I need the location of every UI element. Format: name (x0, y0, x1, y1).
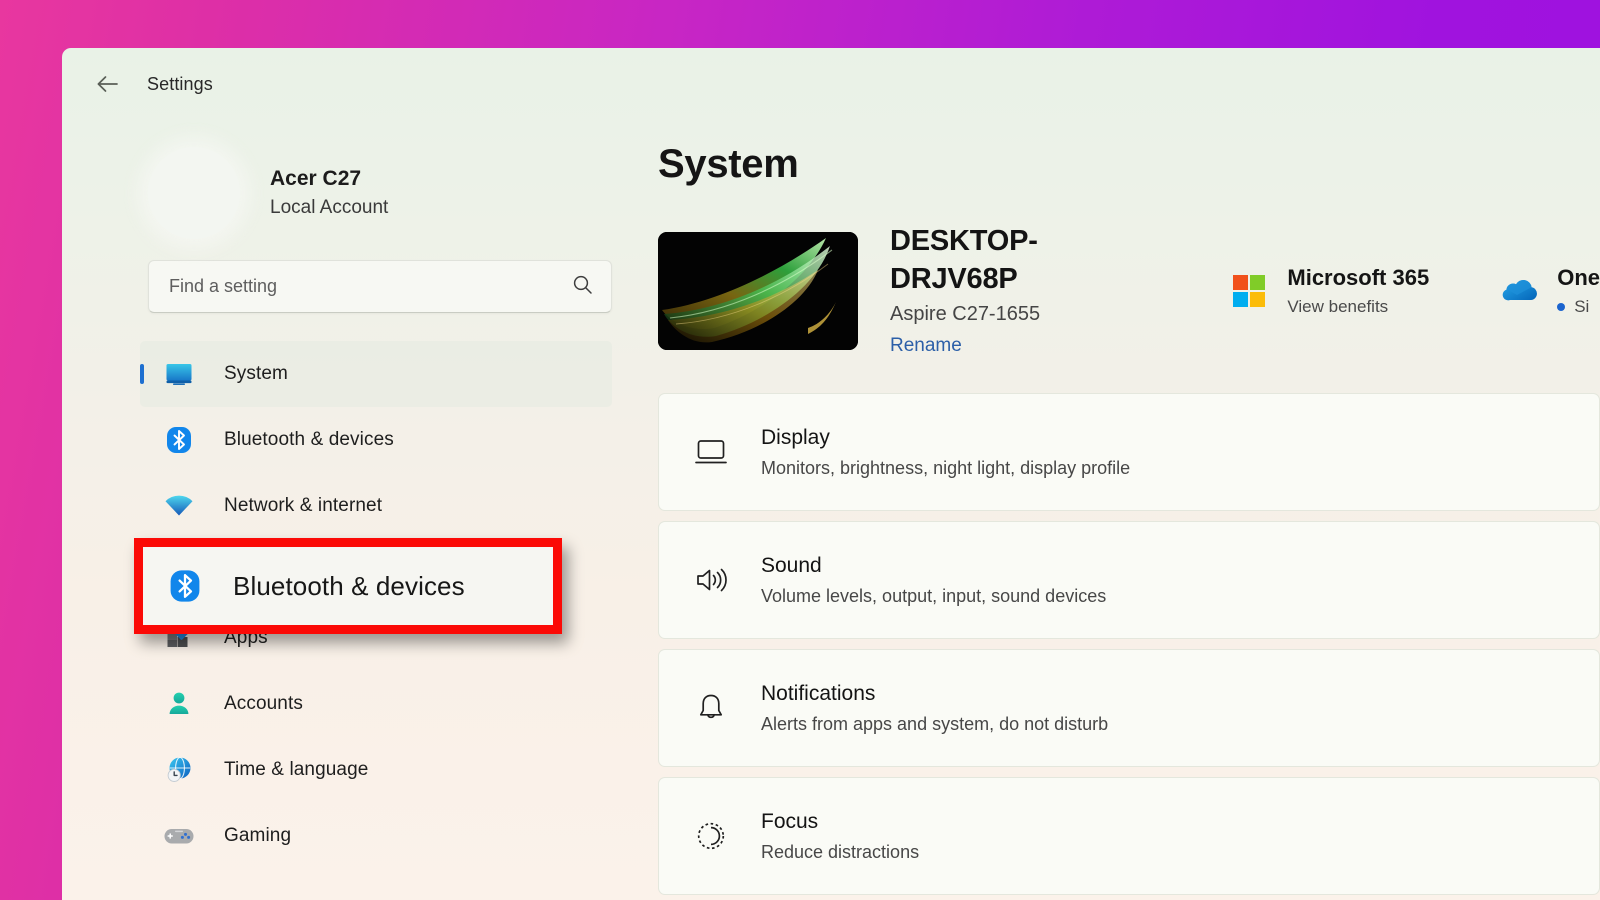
rename-link[interactable]: Rename (890, 334, 962, 358)
search-wrapper (62, 244, 622, 313)
bluetooth-icon (165, 566, 205, 606)
account-name: Acer C27 (270, 167, 362, 190)
card-subtitle: Alerts from apps and system, do not dist… (761, 714, 1109, 735)
card-text: Sound Volume levels, output, input, soun… (761, 552, 1106, 609)
settings-window: Settings Acer C27 Local Account Find a s… (62, 48, 1600, 900)
sidebar-item-label: Bluetooth & devices (224, 429, 394, 450)
chip-title: Microsoft 365 (1287, 265, 1430, 291)
sidebar-item-label: System (224, 363, 288, 384)
gamepad-icon (162, 819, 196, 853)
search-box[interactable] (148, 260, 612, 313)
setting-card-notifications[interactable]: Notifications Alerts from apps and syste… (658, 649, 1600, 767)
bluetooth-icon (162, 423, 196, 457)
back-button[interactable] (86, 64, 130, 104)
chip-subtitle: Si (1557, 296, 1600, 318)
card-title: Sound (761, 553, 822, 577)
main-content: System DESKTOP-DRJV68P Aspire C27-1655 R… (622, 120, 1600, 900)
sidebar-item-gaming[interactable]: Gaming (140, 803, 612, 869)
search-icon[interactable] (572, 274, 593, 300)
search-input[interactable] (169, 276, 572, 297)
sidebar-item-label: Gaming (224, 825, 292, 846)
app-title: Settings (147, 73, 213, 94)
setting-card-sound[interactable]: Sound Volume levels, output, input, soun… (658, 521, 1600, 639)
microsoft-365-chip[interactable]: Microsoft 365 View benefits (1229, 264, 1429, 318)
card-subtitle: Monitors, brightness, night light, displ… (761, 458, 1131, 479)
annotation-callout-bluetooth-devices[interactable]: Bluetooth & devices (134, 538, 562, 634)
sidebar-item-network-internet[interactable]: Network & internet (140, 473, 612, 539)
onedrive-chip[interactable]: One Si (1499, 264, 1600, 318)
annotation-label: Bluetooth & devices (233, 570, 465, 601)
card-text: Focus Reduce distractions (761, 808, 919, 865)
window-titlebar: Settings (62, 48, 1600, 120)
speaker-icon (689, 558, 733, 602)
sidebar-item-accounts[interactable]: Accounts (140, 671, 612, 737)
onedrive-cloud-icon (1499, 271, 1539, 311)
window-body: Acer C27 Local Account Find a setting Sy… (62, 120, 1600, 900)
account-text: Acer C27 Local Account (270, 165, 388, 221)
setting-card-display[interactable]: Display Monitors, brightness, night ligh… (658, 393, 1600, 511)
device-model: Aspire C27-1655 (890, 302, 1041, 325)
account-block[interactable]: Acer C27 Local Account (62, 120, 622, 244)
desktop-wallpaper: Settings Acer C27 Local Account Find a s… (0, 0, 1600, 900)
setting-card-focus[interactable]: Focus Reduce distractions (658, 777, 1600, 895)
chip-title: One (1557, 265, 1600, 291)
onedrive-text: One Si (1557, 264, 1600, 318)
page-title: System (658, 142, 799, 186)
sidebar-item-label: Accounts (224, 693, 303, 714)
card-text: Notifications Alerts from apps and syste… (761, 680, 1108, 737)
sidebar-item-label: Time & language (224, 759, 369, 780)
wifi-icon (162, 489, 196, 523)
card-title: Display (761, 425, 830, 449)
microsoft-365-text: Microsoft 365 View benefits (1287, 264, 1429, 318)
sidebar-item-time-language[interactable]: Time & language (140, 737, 612, 803)
display-monitor-icon (689, 430, 733, 474)
sidebar: Acer C27 Local Account Find a setting Sy… (62, 120, 622, 900)
account-type: Local Account (270, 197, 389, 219)
sidebar-item-label: Network & internet (224, 495, 383, 516)
device-hero: DESKTOP-DRJV68P Aspire C27-1655 Rename M… (634, 187, 1600, 357)
card-subtitle: Reduce distractions (761, 842, 920, 863)
back-arrow-icon (96, 75, 120, 93)
windows-bloom-wallpaper-thumbnail (658, 232, 858, 350)
globe-clock-icon (162, 753, 196, 787)
chip-subtitle: View benefits (1287, 296, 1389, 316)
monitor-icon (162, 357, 196, 391)
sidebar-item-bluetooth-devices[interactable]: Bluetooth & devices (140, 407, 612, 473)
device-info: DESKTOP-DRJV68P Aspire C27-1655 Rename (890, 223, 1085, 358)
focus-moon-icon (689, 814, 733, 858)
bell-icon (689, 686, 733, 730)
sidebar-item-system[interactable]: System (140, 341, 612, 407)
hero-chips: Microsoft 365 View benefits One Si (1229, 264, 1600, 318)
card-title: Notifications (761, 681, 876, 705)
settings-card-list: Display Monitors, brightness, night ligh… (634, 357, 1600, 895)
avatar (148, 147, 240, 239)
card-title: Focus (761, 809, 819, 833)
person-icon (162, 687, 196, 721)
device-name: DESKTOP-DRJV68P (890, 225, 1038, 295)
card-subtitle: Volume levels, output, input, sound devi… (761, 586, 1107, 607)
microsoft-logo-icon (1229, 271, 1269, 311)
card-text: Display Monitors, brightness, night ligh… (761, 424, 1130, 481)
